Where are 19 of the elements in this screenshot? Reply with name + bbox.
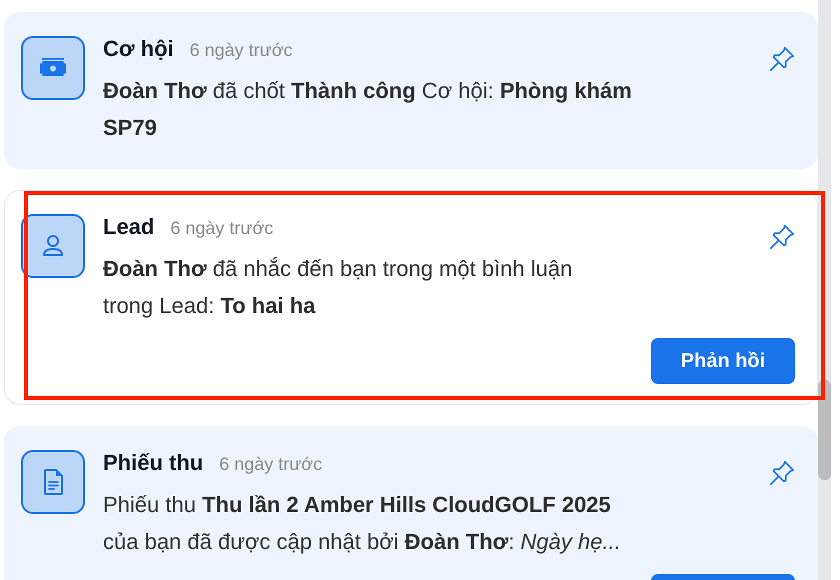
scrollbar-thumb[interactable]	[818, 380, 831, 480]
notification-card[interactable]: Phiếu thu 6 ngày trước Phiếu thu Thu lần 2 Amber Hills CloudGOLF 2025 của bạn đã được cập nhật bởi Đoàn Thơ: Ngày hẹ...	[4, 426, 818, 580]
notification-title: Cơ hội	[103, 36, 174, 62]
user-icon	[21, 214, 85, 278]
timestamp: 6 ngày trước	[170, 218, 274, 239]
notification-text: Đoàn Thơ đã chốt Thành công Cơ hội: Phòng khám SP79	[103, 77, 633, 142]
timestamp: 6 ngày trước	[190, 40, 293, 61]
notification-text: Đoàn Thơ đã nhắc đến bạn trong một bình luận trong Lead: To hai ha	[103, 255, 574, 320]
reply-button[interactable]: Phản hồi	[651, 338, 795, 384]
notification-text: Phiếu thu Thu lần 2 Amber Hills CloudGOLF 2025 của bạn đã được cập nhật bởi Đoàn Thơ: Ngày hẹ...	[103, 491, 622, 556]
notification-title: Lead	[103, 214, 154, 240]
banknote-icon	[21, 36, 85, 100]
pin-icon[interactable]	[767, 44, 797, 74]
notification-title: Phiếu thu	[103, 450, 204, 476]
document-icon	[21, 450, 85, 514]
notification-card[interactable]: Cơ hội 6 ngày trước Đoàn Thơ đã chốt Thành công Cơ hội: Phòng khám SP79	[4, 12, 818, 169]
pin-icon[interactable]	[767, 222, 797, 252]
timestamp: 6 ngày trước	[219, 454, 322, 475]
pin-icon[interactable]	[767, 458, 797, 488]
